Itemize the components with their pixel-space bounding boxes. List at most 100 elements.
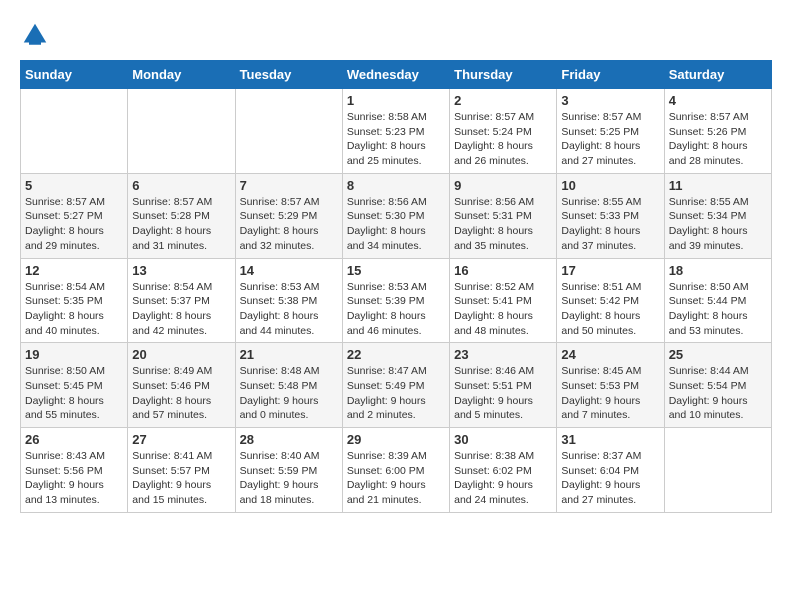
day-number: 2	[454, 93, 552, 108]
day-info: Sunrise: 8:39 AM Sunset: 6:00 PM Dayligh…	[347, 449, 445, 508]
calendar-cell: 7 Sunrise: 8:57 AM Sunset: 5:29 PM Daylig…	[235, 173, 342, 258]
calendar-cell: 23Sunrise: 8:46 AM Sunset: 5:51 PM Dayli…	[450, 343, 557, 428]
day-info: Sunrise: 8:41 AM Sunset: 5:57 PM Dayligh…	[132, 449, 230, 508]
day-info: Sunrise: 8:56 AM Sunset: 5:30 PM Dayligh…	[347, 195, 445, 254]
day-number: 24	[561, 347, 659, 362]
column-header-wednesday: Wednesday	[342, 61, 449, 89]
calendar-cell: 27 Sunrise: 8:41 AM Sunset: 5:57 PM Dayli…	[128, 428, 235, 513]
day-number: 27	[132, 432, 230, 447]
calendar-cell: 26Sunrise: 8:43 AM Sunset: 5:56 PM Dayli…	[21, 428, 128, 513]
calendar-cell: 17 Sunrise: 8:51 AM Sunset: 5:42 PM Dayli…	[557, 258, 664, 343]
calendar-week-2: 5Sunrise: 8:57 AM Sunset: 5:27 PM Daylig…	[21, 173, 772, 258]
day-number: 28	[240, 432, 338, 447]
calendar-cell: 14 Sunrise: 8:53 AM Sunset: 5:38 PM Dayli…	[235, 258, 342, 343]
calendar-cell: 13 Sunrise: 8:54 AM Sunset: 5:37 PM Dayli…	[128, 258, 235, 343]
day-info: Sunrise: 8:47 AM Sunset: 5:49 PM Dayligh…	[347, 364, 445, 423]
page-header	[20, 20, 772, 50]
day-info: Sunrise: 8:50 AM Sunset: 5:44 PM Dayligh…	[669, 280, 767, 339]
day-info: Sunrise: 8:45 AM Sunset: 5:53 PM Dayligh…	[561, 364, 659, 423]
logo	[20, 20, 54, 50]
day-info: Sunrise: 8:57 AM Sunset: 5:27 PM Dayligh…	[25, 195, 123, 254]
day-number: 15	[347, 263, 445, 278]
day-number: 8	[347, 178, 445, 193]
day-info: Sunrise: 8:54 AM Sunset: 5:35 PM Dayligh…	[25, 280, 123, 339]
day-info: Sunrise: 8:54 AM Sunset: 5:37 PM Dayligh…	[132, 280, 230, 339]
day-number: 7	[240, 178, 338, 193]
day-number: 13	[132, 263, 230, 278]
calendar-week-5: 26Sunrise: 8:43 AM Sunset: 5:56 PM Dayli…	[21, 428, 772, 513]
day-number: 25	[669, 347, 767, 362]
calendar-cell: 18 Sunrise: 8:50 AM Sunset: 5:44 PM Dayli…	[664, 258, 771, 343]
day-info: Sunrise: 8:55 AM Sunset: 5:34 PM Dayligh…	[669, 195, 767, 254]
column-header-friday: Friday	[557, 61, 664, 89]
logo-icon	[20, 20, 50, 50]
day-info: Sunrise: 8:52 AM Sunset: 5:41 PM Dayligh…	[454, 280, 552, 339]
calendar-cell: 8 Sunrise: 8:56 AM Sunset: 5:30 PM Daylig…	[342, 173, 449, 258]
day-number: 11	[669, 178, 767, 193]
column-header-thursday: Thursday	[450, 61, 557, 89]
day-info: Sunrise: 8:37 AM Sunset: 6:04 PM Dayligh…	[561, 449, 659, 508]
day-number: 4	[669, 93, 767, 108]
calendar-cell: 29 Sunrise: 8:39 AM Sunset: 6:00 PM Dayli…	[342, 428, 449, 513]
day-info: Sunrise: 8:46 AM Sunset: 5:51 PM Dayligh…	[454, 364, 552, 423]
column-header-saturday: Saturday	[664, 61, 771, 89]
calendar-cell: 3 Sunrise: 8:57 AM Sunset: 5:25 PM Daylig…	[557, 89, 664, 174]
day-number: 21	[240, 347, 338, 362]
day-info: Sunrise: 8:57 AM Sunset: 5:28 PM Dayligh…	[132, 195, 230, 254]
day-number: 1	[347, 93, 445, 108]
calendar-cell: 28 Sunrise: 8:40 AM Sunset: 5:59 PM Dayli…	[235, 428, 342, 513]
day-info: Sunrise: 8:58 AM Sunset: 5:23 PM Dayligh…	[347, 110, 445, 169]
day-number: 6	[132, 178, 230, 193]
day-info: Sunrise: 8:48 AM Sunset: 5:48 PM Dayligh…	[240, 364, 338, 423]
day-number: 10	[561, 178, 659, 193]
calendar-week-1: 1 Sunrise: 8:58 AM Sunset: 5:23 PM Daylig…	[21, 89, 772, 174]
column-header-monday: Monday	[128, 61, 235, 89]
calendar-cell: 1 Sunrise: 8:58 AM Sunset: 5:23 PM Daylig…	[342, 89, 449, 174]
calendar-cell: 21 Sunrise: 8:48 AM Sunset: 5:48 PM Dayli…	[235, 343, 342, 428]
day-info: Sunrise: 8:49 AM Sunset: 5:46 PM Dayligh…	[132, 364, 230, 423]
calendar-cell: 30Sunrise: 8:38 AM Sunset: 6:02 PM Dayli…	[450, 428, 557, 513]
calendar-cell: 9Sunrise: 8:56 AM Sunset: 5:31 PM Daylig…	[450, 173, 557, 258]
calendar-header-row: SundayMondayTuesdayWednesdayThursdayFrid…	[21, 61, 772, 89]
day-info: Sunrise: 8:44 AM Sunset: 5:54 PM Dayligh…	[669, 364, 767, 423]
day-number: 29	[347, 432, 445, 447]
day-info: Sunrise: 8:40 AM Sunset: 5:59 PM Dayligh…	[240, 449, 338, 508]
day-number: 16	[454, 263, 552, 278]
day-number: 14	[240, 263, 338, 278]
day-number: 22	[347, 347, 445, 362]
calendar-cell: 12 Sunrise: 8:54 AM Sunset: 5:35 PM Dayli…	[21, 258, 128, 343]
day-number: 17	[561, 263, 659, 278]
day-info: Sunrise: 8:57 AM Sunset: 5:29 PM Dayligh…	[240, 195, 338, 254]
calendar-cell: 15 Sunrise: 8:53 AM Sunset: 5:39 PM Dayli…	[342, 258, 449, 343]
day-info: Sunrise: 8:53 AM Sunset: 5:39 PM Dayligh…	[347, 280, 445, 339]
calendar-cell	[128, 89, 235, 174]
calendar-cell: 6 Sunrise: 8:57 AM Sunset: 5:28 PM Daylig…	[128, 173, 235, 258]
calendar-cell: 16 Sunrise: 8:52 AM Sunset: 5:41 PM Dayli…	[450, 258, 557, 343]
calendar-cell: 24 Sunrise: 8:45 AM Sunset: 5:53 PM Dayli…	[557, 343, 664, 428]
calendar-cell: 25 Sunrise: 8:44 AM Sunset: 5:54 PM Dayli…	[664, 343, 771, 428]
day-number: 18	[669, 263, 767, 278]
calendar-cell: 19 Sunrise: 8:50 AM Sunset: 5:45 PM Dayli…	[21, 343, 128, 428]
day-number: 3	[561, 93, 659, 108]
day-info: Sunrise: 8:57 AM Sunset: 5:24 PM Dayligh…	[454, 110, 552, 169]
calendar-cell: 10Sunrise: 8:55 AM Sunset: 5:33 PM Dayli…	[557, 173, 664, 258]
day-info: Sunrise: 8:51 AM Sunset: 5:42 PM Dayligh…	[561, 280, 659, 339]
day-info: Sunrise: 8:57 AM Sunset: 5:26 PM Dayligh…	[669, 110, 767, 169]
day-info: Sunrise: 8:53 AM Sunset: 5:38 PM Dayligh…	[240, 280, 338, 339]
column-header-sunday: Sunday	[21, 61, 128, 89]
day-number: 19	[25, 347, 123, 362]
calendar-week-3: 12 Sunrise: 8:54 AM Sunset: 5:35 PM Dayli…	[21, 258, 772, 343]
day-number: 26	[25, 432, 123, 447]
day-number: 20	[132, 347, 230, 362]
calendar-week-4: 19 Sunrise: 8:50 AM Sunset: 5:45 PM Dayli…	[21, 343, 772, 428]
day-number: 12	[25, 263, 123, 278]
day-info: Sunrise: 8:50 AM Sunset: 5:45 PM Dayligh…	[25, 364, 123, 423]
calendar-cell: 5Sunrise: 8:57 AM Sunset: 5:27 PM Daylig…	[21, 173, 128, 258]
day-info: Sunrise: 8:57 AM Sunset: 5:25 PM Dayligh…	[561, 110, 659, 169]
calendar-cell: 4 Sunrise: 8:57 AM Sunset: 5:26 PM Daylig…	[664, 89, 771, 174]
calendar-table: SundayMondayTuesdayWednesdayThursdayFrid…	[20, 60, 772, 513]
day-number: 31	[561, 432, 659, 447]
column-header-tuesday: Tuesday	[235, 61, 342, 89]
day-number: 30	[454, 432, 552, 447]
calendar-cell: 20 Sunrise: 8:49 AM Sunset: 5:46 PM Dayli…	[128, 343, 235, 428]
